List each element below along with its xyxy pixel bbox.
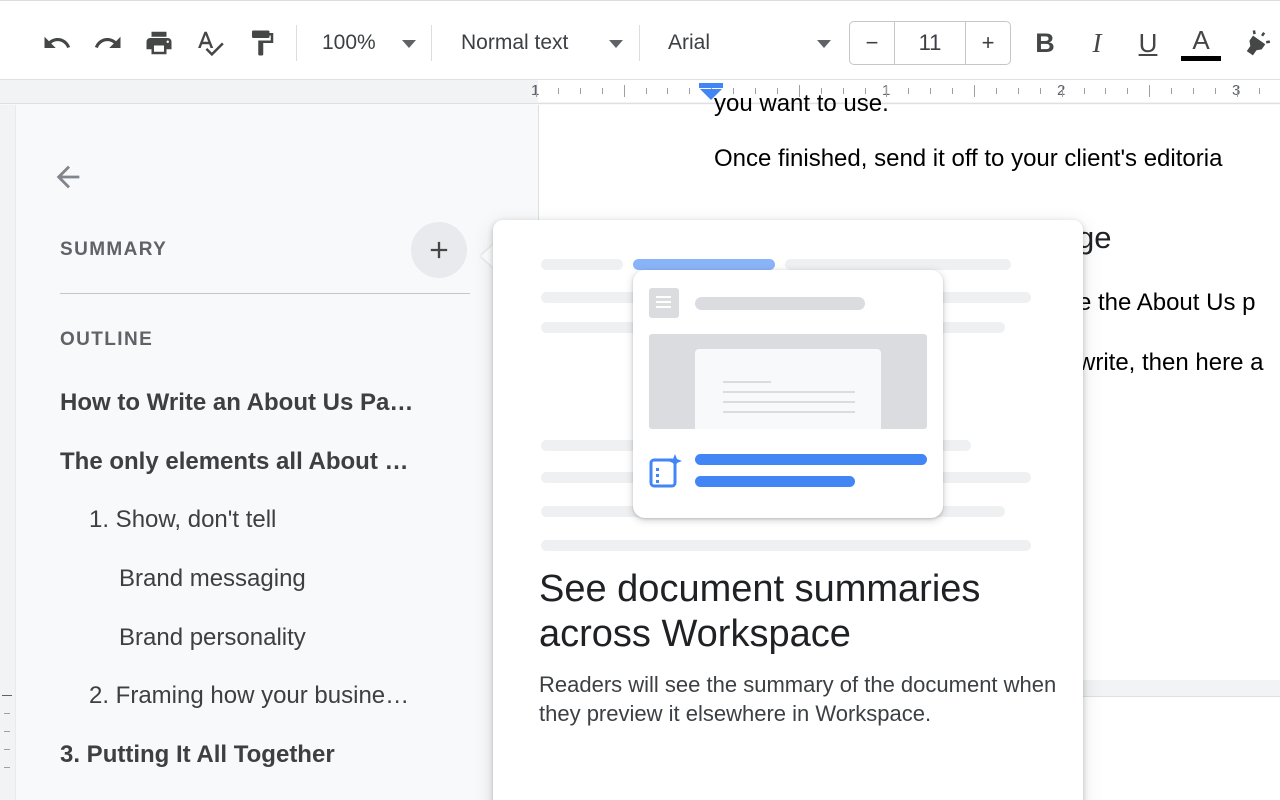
ruler-tick xyxy=(1084,88,1085,94)
doc-text-line: you want to use. xyxy=(714,90,889,117)
arrow-back-icon xyxy=(56,165,80,189)
style-dropdown[interactable]: Normal text xyxy=(461,23,623,63)
ruler-tick xyxy=(1259,88,1260,94)
highlight-icon xyxy=(1246,30,1271,56)
outline-item[interactable]: 1. Show, don't tell xyxy=(89,506,449,534)
paint-format-button[interactable] xyxy=(243,23,281,63)
print-icon xyxy=(146,31,172,55)
ruler-tick xyxy=(1062,85,1063,97)
font-size-value: 11 xyxy=(918,30,942,55)
outline-item[interactable]: The only elements all About … xyxy=(60,448,440,476)
ruler-tick xyxy=(996,88,997,94)
minus-icon: − xyxy=(865,30,879,55)
vertical-ruler xyxy=(0,105,16,800)
ruler-tick xyxy=(558,88,559,94)
doc-text-line: write, then here a xyxy=(1078,349,1264,376)
ruler-tick xyxy=(1018,88,1019,94)
outline-item[interactable]: Brand personality xyxy=(119,624,449,652)
plus-icon: + xyxy=(981,30,995,55)
chevron-down-icon xyxy=(817,40,831,48)
ruler-tick xyxy=(689,88,690,94)
toolbar: 100% Normal text Arial − 11 + B I U A xyxy=(0,0,1280,80)
redo-button[interactable] xyxy=(89,23,127,63)
document-next-page[interactable] xyxy=(1082,696,1280,800)
summary-promo-popover: See document summaries across Workspace … xyxy=(493,220,1083,800)
ruler-tick xyxy=(1193,88,1194,94)
decrease-font-size-button[interactable]: − xyxy=(849,21,895,65)
close-outline-button[interactable] xyxy=(46,155,90,199)
ruler-tick xyxy=(974,85,975,97)
ruler-tick xyxy=(580,88,581,94)
ruler-tick xyxy=(1215,88,1216,94)
popover-title: See document summaries across Workspace xyxy=(539,568,981,655)
italic-button[interactable]: I xyxy=(1080,23,1114,63)
outline-item[interactable]: 3. Putting It All Together xyxy=(60,741,440,769)
document-icon xyxy=(649,288,679,318)
text-color-swatch xyxy=(1181,55,1221,61)
plus-icon xyxy=(430,241,448,259)
summary-heading: SUMMARY xyxy=(60,239,168,260)
doc-text-line: Once finished, send it off to your clien… xyxy=(714,145,1223,172)
outline-item[interactable]: Brand messaging xyxy=(119,565,449,593)
spellcheck-button[interactable] xyxy=(191,23,229,63)
undo-button[interactable] xyxy=(38,23,76,63)
highlight-button[interactable] xyxy=(1240,23,1274,63)
undo-icon xyxy=(44,36,71,48)
print-button[interactable] xyxy=(140,23,178,63)
underline-button[interactable]: U xyxy=(1131,23,1165,63)
outline-item[interactable]: 2. Framing how your busine… xyxy=(89,682,449,710)
ruler-tick xyxy=(667,88,668,94)
ruler-active-area xyxy=(538,80,1280,102)
style-value: Normal text xyxy=(461,31,569,54)
toolbar-divider xyxy=(296,25,297,61)
increase-font-size-button[interactable]: + xyxy=(965,21,1011,65)
ruler-tick xyxy=(602,88,603,94)
document-outline-panel: SUMMARY OUTLINE How to Write an About Us… xyxy=(16,105,536,800)
redo-icon xyxy=(94,36,121,48)
outline-heading: OUTLINE xyxy=(60,329,154,350)
ruler-tick xyxy=(1149,85,1150,97)
italic-icon: I xyxy=(1092,27,1102,58)
toolbar-divider xyxy=(639,25,640,61)
underline-icon: U xyxy=(1138,27,1158,58)
ruler-tick xyxy=(1105,88,1106,94)
summary-divider xyxy=(60,293,470,294)
chevron-down-icon xyxy=(402,40,416,48)
ruler-tick xyxy=(1127,88,1128,94)
ruler-tick xyxy=(1040,88,1041,94)
bold-button[interactable]: B xyxy=(1028,23,1062,63)
add-summary-button[interactable] xyxy=(411,222,467,278)
ruler-tick xyxy=(952,88,953,94)
text-color-icon: A xyxy=(1192,24,1210,55)
zoom-dropdown[interactable]: 100% xyxy=(322,23,416,63)
doc-text-line: e the About Us p xyxy=(1078,289,1256,316)
bold-icon: B xyxy=(1035,27,1055,58)
paint-format-icon xyxy=(252,30,274,56)
popover-body: Readers will see the summary of the docu… xyxy=(539,672,1057,726)
ruler-tick xyxy=(646,88,647,94)
font-size-input[interactable]: 11 xyxy=(894,21,966,65)
ruler-tick xyxy=(536,85,537,97)
text-color-button[interactable]: A xyxy=(1181,23,1221,63)
ruler-tick xyxy=(930,88,931,94)
preview-card xyxy=(633,270,943,518)
ruler[interactable]: 1 1 2 3 xyxy=(0,80,1280,104)
zoom-value: 100% xyxy=(322,31,376,54)
outline-item[interactable]: How to Write an About Us Pa… xyxy=(60,389,440,417)
spellcheck-icon xyxy=(198,31,224,57)
ruler-tick xyxy=(624,85,625,97)
font-dropdown[interactable]: Arial xyxy=(668,23,831,63)
ruler-tick xyxy=(1171,88,1172,94)
ruler-tick xyxy=(908,88,909,94)
sparkle-summary-icon xyxy=(649,454,683,488)
google-docs-window: 100% Normal text Arial − 11 + B I U A SU… xyxy=(0,0,1280,800)
font-value: Arial xyxy=(668,31,711,54)
chevron-down-icon xyxy=(609,40,623,48)
ruler-tick xyxy=(1237,85,1238,97)
toolbar-divider xyxy=(431,25,432,61)
